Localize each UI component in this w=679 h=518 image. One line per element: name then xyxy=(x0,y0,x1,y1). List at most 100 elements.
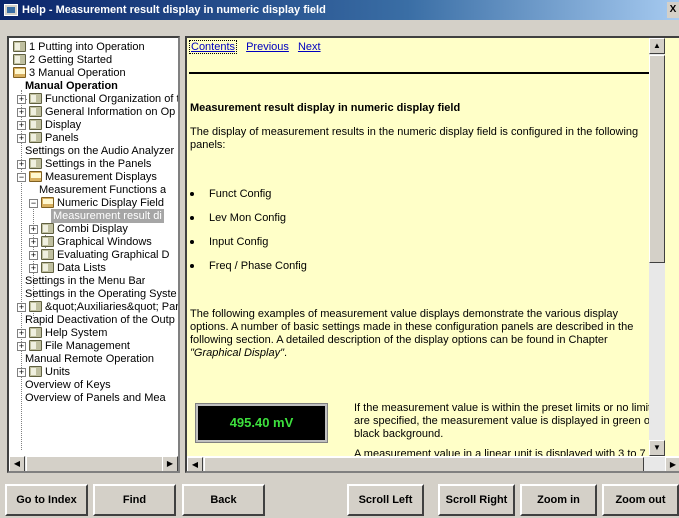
tree-node-display[interactable]: Display xyxy=(29,118,81,132)
zoom-in-button[interactable]: Zoom in xyxy=(520,484,597,516)
scroll-right-button[interactable]: Scroll Right xyxy=(438,484,515,516)
tree-node-combi-display[interactable]: Combi Display xyxy=(41,222,128,236)
tree-node-overview-of-keys[interactable]: Overview of Keys xyxy=(25,378,111,392)
help-content-pane: Contents Previous Next Measurement resul… xyxy=(185,36,679,473)
bullet-icon xyxy=(190,216,194,221)
tree-node-overview-of-panels[interactable]: Overview of Panels and Mea xyxy=(25,391,166,405)
scroll-down-arrow-icon[interactable]: ▼ xyxy=(649,440,665,456)
scrollbar-thumb[interactable] xyxy=(204,457,644,471)
tree-node-units[interactable]: Units xyxy=(29,365,70,379)
tree-node-settings-operating-system[interactable]: Settings in the Operating Syste xyxy=(25,287,177,301)
bullet-input-config: Input Config xyxy=(190,236,268,248)
book-closed-icon xyxy=(29,340,42,351)
expand-toggle[interactable]: + xyxy=(29,238,38,247)
scrollbar-thumb[interactable] xyxy=(649,55,665,263)
book-closed-icon xyxy=(13,54,26,65)
scroll-left-arrow-icon[interactable]: ◀ xyxy=(9,456,25,471)
display-description: If the measurement value is within the p… xyxy=(354,402,665,440)
scrollbar-thumb[interactable] xyxy=(26,456,164,471)
tree-node-putting-into-operation[interactable]: 1 Putting into Operation xyxy=(13,40,145,54)
back-button[interactable]: Back xyxy=(182,484,265,516)
tree-node-rapid-deactivation[interactable]: Rapid Deactivation of the Outp xyxy=(25,313,175,327)
tree-node-panels[interactable]: Panels xyxy=(29,131,79,145)
examples-paragraph: The following examples of measurement va… xyxy=(190,308,634,359)
tree-node-graphical-windows[interactable]: Graphical Windows xyxy=(41,235,152,249)
tree-node-settings-audio-analyzer[interactable]: Settings on the Audio Analyzer xyxy=(25,144,174,158)
tree-guide-line xyxy=(21,90,22,450)
book-closed-icon xyxy=(29,327,42,338)
tree-node-manual-remote-operation[interactable]: Manual Remote Operation xyxy=(25,352,154,366)
numeric-display-example: 495.40 mV xyxy=(195,403,328,443)
topic-heading: Measurement result display in numeric di… xyxy=(190,102,461,114)
tree-node-general-information[interactable]: General Information on Op xyxy=(29,105,175,119)
expand-toggle[interactable]: + xyxy=(17,121,26,130)
go-to-index-button[interactable]: Go to Index xyxy=(5,484,88,516)
scroll-left-arrow-icon[interactable]: ◀ xyxy=(187,457,203,471)
expand-toggle[interactable]: + xyxy=(29,264,38,273)
expand-toggle[interactable]: + xyxy=(17,134,26,143)
bullet-lev-mon-config: Lev Mon Config xyxy=(190,212,286,224)
contents-link[interactable]: Contents xyxy=(189,40,238,54)
content-horizontal-scrollbar[interactable]: ◀ ▶ xyxy=(187,456,679,471)
divider xyxy=(189,72,665,74)
close-button[interactable]: X xyxy=(667,2,679,18)
expand-toggle[interactable]: + xyxy=(29,251,38,260)
tree-node-evaluating-graphical[interactable]: Evaluating Graphical D xyxy=(41,248,170,262)
tree-horizontal-scrollbar[interactable]: ◀ ▶ xyxy=(9,455,178,471)
bullet-freq-phase-config: Freq / Phase Config xyxy=(190,260,307,272)
book-closed-icon xyxy=(29,132,42,143)
bullet-funct-config: Funct Config xyxy=(190,188,271,200)
book-closed-icon xyxy=(29,119,42,130)
tree-node-data-lists[interactable]: Data Lists xyxy=(41,261,106,275)
collapse-toggle[interactable]: − xyxy=(17,173,26,182)
previous-link[interactable]: Previous xyxy=(246,41,289,53)
book-open-icon xyxy=(13,67,26,78)
tree-node-auxiliaries-panel[interactable]: &quot;Auxiliaries&quot; Par xyxy=(29,300,178,314)
tree-node-measurement-result-display[interactable]: Measurement result di xyxy=(51,209,164,223)
expand-toggle[interactable]: + xyxy=(17,95,26,104)
graphical-display-reference: "Graphical Display" xyxy=(190,347,285,359)
tree-node-manual-operation[interactable]: 3 Manual Operation xyxy=(13,66,126,80)
tree-node-settings-menu-bar[interactable]: Settings in the Menu Bar xyxy=(25,274,145,288)
book-open-icon xyxy=(29,171,42,182)
contents-tree[interactable]: 1 Putting into Operation 2 Getting Start… xyxy=(7,36,180,473)
expand-toggle[interactable]: + xyxy=(17,368,26,377)
topic-navigation: Contents Previous Next xyxy=(189,40,327,54)
next-link[interactable]: Next xyxy=(298,41,321,53)
scroll-left-button[interactable]: Scroll Left xyxy=(347,484,424,516)
help-window-icon xyxy=(4,4,18,16)
scroll-right-arrow-icon[interactable]: ▶ xyxy=(162,456,178,471)
expand-toggle[interactable]: + xyxy=(17,108,26,117)
expand-toggle[interactable]: + xyxy=(17,303,26,312)
tree-node-help-system[interactable]: Help System xyxy=(29,326,107,340)
content-vertical-scrollbar[interactable]: ▲ ▼ xyxy=(649,38,665,456)
tree-node-file-management[interactable]: File Management xyxy=(29,339,130,353)
tree-node-settings-in-panels[interactable]: Settings in the Panels xyxy=(29,157,151,171)
book-open-icon xyxy=(41,197,54,208)
zoom-out-button[interactable]: Zoom out xyxy=(602,484,679,516)
book-closed-icon xyxy=(29,93,42,104)
book-closed-icon xyxy=(29,106,42,117)
scroll-up-arrow-icon[interactable]: ▲ xyxy=(649,38,665,54)
title-bar: Help - Measurement result display in num… xyxy=(0,0,679,20)
tree-node-measurement-displays[interactable]: Measurement Displays xyxy=(29,170,157,184)
tree-node-getting-started[interactable]: 2 Getting Started xyxy=(13,53,112,67)
tree-node-functional-organization[interactable]: Functional Organization of t xyxy=(29,92,178,106)
expand-toggle[interactable]: + xyxy=(29,225,38,234)
collapse-toggle[interactable]: − xyxy=(29,199,38,208)
window-title: Help - Measurement result display in num… xyxy=(22,4,326,16)
book-closed-icon xyxy=(41,236,54,247)
book-closed-icon xyxy=(29,301,42,312)
book-closed-icon xyxy=(13,41,26,52)
expand-toggle[interactable]: + xyxy=(17,342,26,351)
scroll-right-arrow-icon[interactable]: ▶ xyxy=(665,457,679,471)
tree-node-manual-operation-page[interactable]: Manual Operation xyxy=(25,79,118,93)
tree-node-numeric-display-field[interactable]: Numeric Display Field xyxy=(41,196,164,210)
book-closed-icon xyxy=(29,158,42,169)
expand-toggle[interactable]: + xyxy=(17,160,26,169)
expand-toggle[interactable]: + xyxy=(17,329,26,338)
find-button[interactable]: Find xyxy=(93,484,176,516)
intro-paragraph: The display of measurement results in th… xyxy=(190,126,639,151)
tree-node-measurement-functions[interactable]: Measurement Functions a xyxy=(39,183,166,197)
book-closed-icon xyxy=(41,262,54,273)
